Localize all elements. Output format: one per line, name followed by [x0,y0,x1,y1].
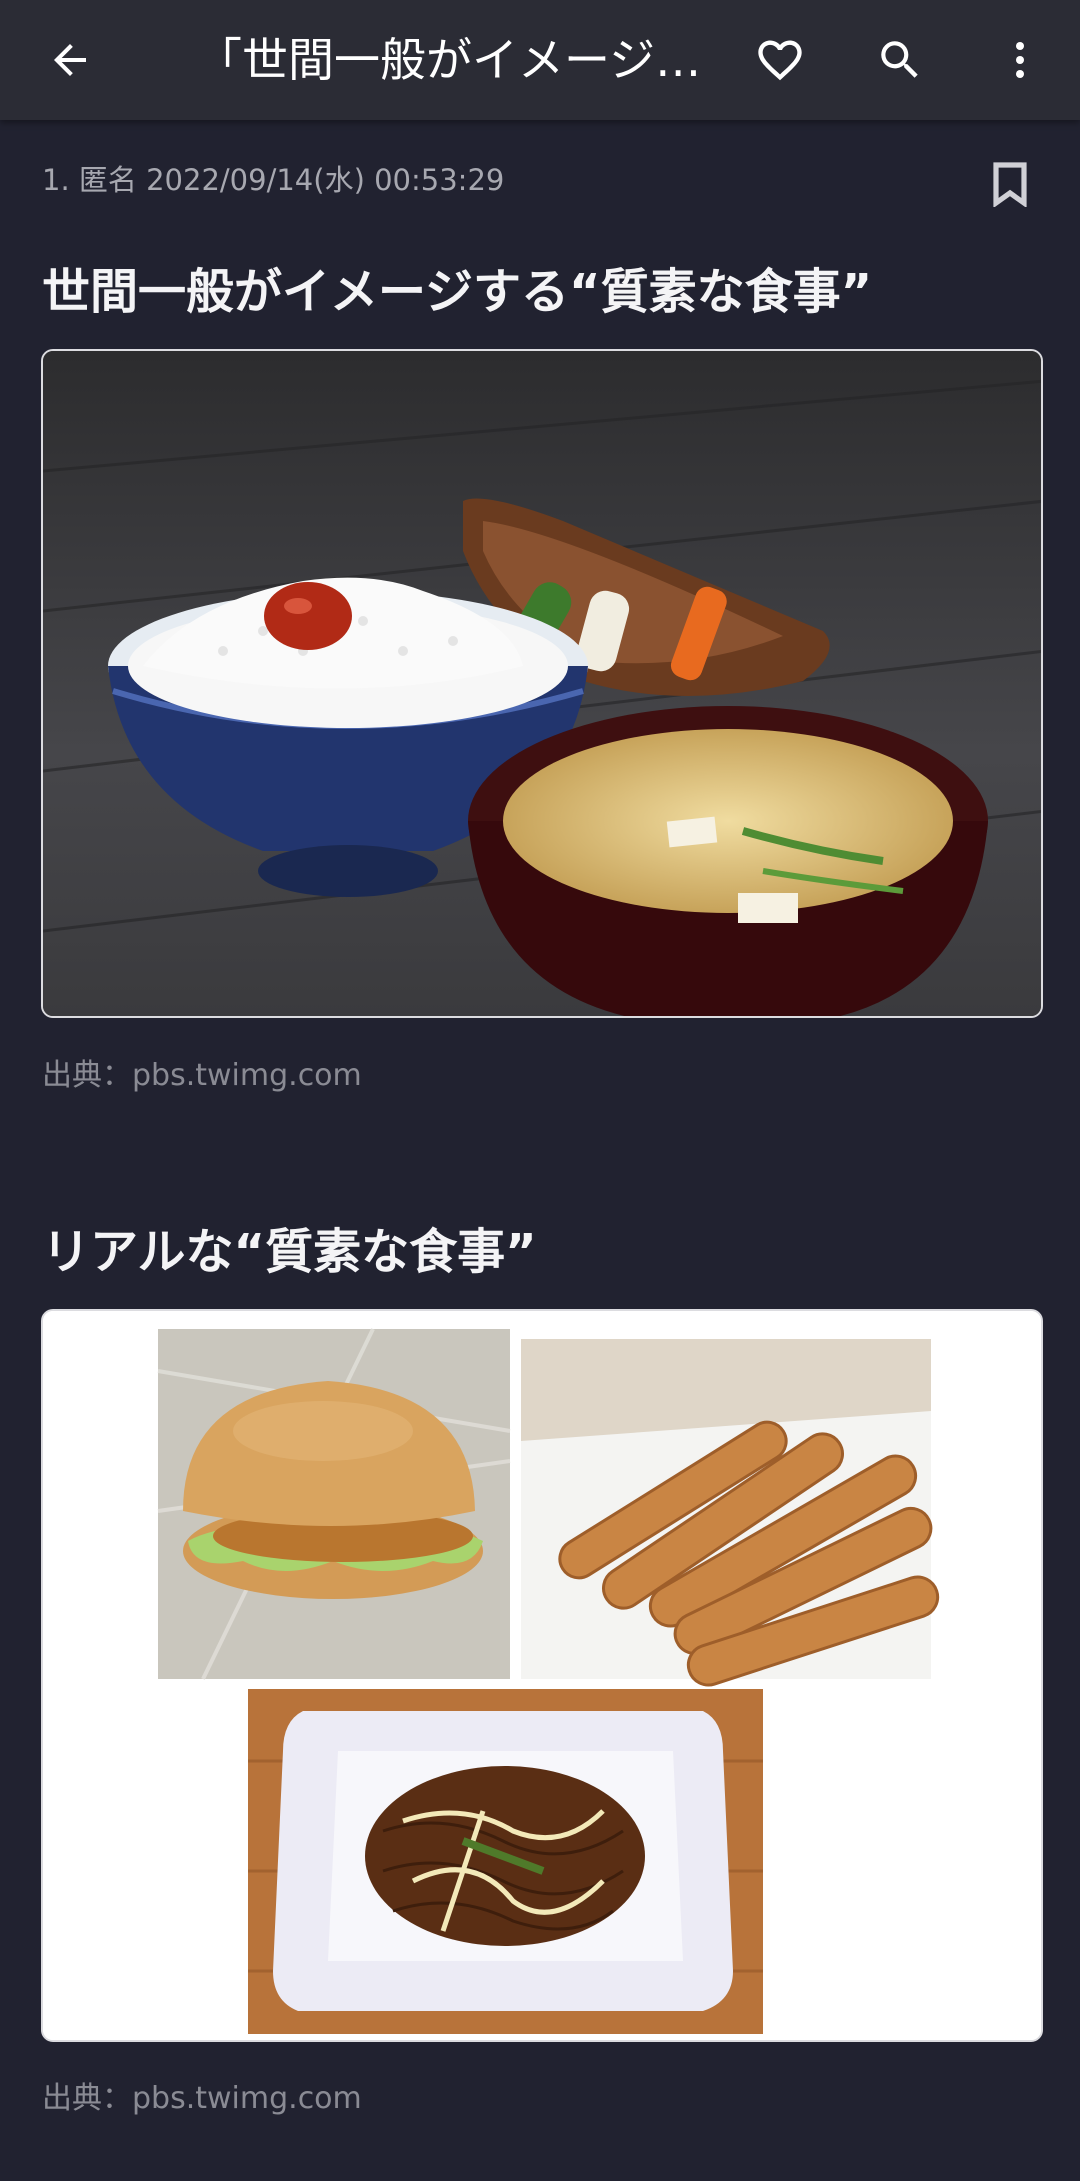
arrow-back-icon [54,44,86,76]
heart-outline-icon [758,40,802,81]
favorite-button[interactable] [740,20,820,100]
image-source-2[interactable]: 出典：pbs.twimg.com [42,2073,362,2117]
simple-meal-image[interactable] [41,349,1043,1018]
post-meta: 1. 匿名 2022/09/14(水) 00:53:29 [42,163,505,197]
image-source-1[interactable]: 出典：pbs.twimg.com [42,1050,362,1094]
post-heading-2: リアルな“質素な食事” [42,1224,537,1280]
bookmark-outline-icon [993,162,1027,207]
more-menu-button[interactable] [980,20,1060,100]
real-simple-meal-image[interactable] [41,1309,1043,2042]
more-vert-icon [1016,42,1024,78]
bookmark-button[interactable] [984,156,1036,212]
search-icon [881,41,918,78]
page-title: 「世間一般がイメージする“質素な食事”」 [196,33,716,87]
post-heading-1: 世間一般がイメージする“質素な食事” [42,264,873,320]
search-button[interactable] [860,20,940,100]
app-bar: 「世間一般がイメージする“質素な食事”」 [0,0,1080,120]
back-button[interactable] [30,20,110,100]
